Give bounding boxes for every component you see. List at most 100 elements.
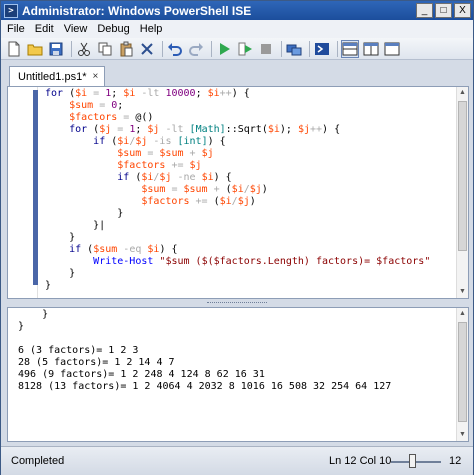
menu-help[interactable]: Help xyxy=(140,23,163,35)
scroll-thumb[interactable] xyxy=(458,101,467,251)
paste-icon[interactable] xyxy=(117,40,135,58)
code-line[interactable]: $sum = $sum + $j xyxy=(45,148,430,160)
new-file-icon[interactable] xyxy=(5,40,23,58)
scroll-up-icon[interactable]: ▲ xyxy=(457,87,468,99)
remote-tab-icon[interactable] xyxy=(285,40,303,58)
output-line: 496 (9 factors)= 1 2 248 4 124 8 62 16 3… xyxy=(18,369,265,380)
scroll-down-icon[interactable]: ▼ xyxy=(457,286,468,298)
code-token: -lt xyxy=(159,124,190,135)
code-token: ( xyxy=(63,88,76,99)
maximize-button[interactable]: □ xyxy=(435,3,452,18)
toolbar-separator xyxy=(337,40,338,57)
code-token: if xyxy=(93,136,106,147)
code-token: Write-Host xyxy=(93,256,154,267)
open-folder-icon[interactable] xyxy=(26,40,44,58)
save-icon[interactable] xyxy=(47,40,65,58)
close-button[interactable]: X xyxy=(454,3,471,18)
code-token: -is xyxy=(147,136,178,147)
menu-debug[interactable]: Debug xyxy=(97,23,129,35)
code-token: $i xyxy=(123,88,136,99)
redo-icon[interactable] xyxy=(187,40,205,58)
code-line[interactable]: } xyxy=(45,208,430,220)
tab-untitled1[interactable]: Untitled1.ps1* × xyxy=(9,66,105,86)
code-line[interactable]: $sum = 0; xyxy=(45,100,430,112)
code-token: ( xyxy=(81,244,94,255)
output-text: }} 6 (3 factors)= 1 2 3 28 (5 factors)= 1 … xyxy=(18,309,391,393)
editor-scrollbar[interactable]: ▲ ▼ xyxy=(456,87,468,298)
code-token: ; xyxy=(111,88,124,99)
zoom-slider-track[interactable] xyxy=(391,461,441,463)
close-icon[interactable]: × xyxy=(93,71,99,82)
code-line[interactable]: $factors += $j xyxy=(45,160,430,172)
code-line[interactable]: } xyxy=(45,232,430,244)
splitter-grip[interactable] xyxy=(207,302,267,304)
scroll-down-icon[interactable]: ▼ xyxy=(457,429,468,441)
code-token: $sum xyxy=(141,184,166,195)
code-line[interactable]: if ($i/$j -is [int]) { xyxy=(45,136,430,148)
code-token: + xyxy=(207,184,226,195)
code-token: = xyxy=(93,100,112,111)
output-line: 28 (5 factors)= 1 2 14 4 7 xyxy=(18,357,175,368)
scroll-up-icon[interactable]: ▲ xyxy=(457,308,468,320)
code-token: $i xyxy=(147,244,160,255)
cursor-position: Ln 12 Col 10 xyxy=(329,455,392,467)
code-line[interactable]: if ($sum -eq $i) { xyxy=(45,244,430,256)
code-line[interactable]: $sum = $sum + ($i/$j) xyxy=(45,184,430,196)
copy-icon[interactable] xyxy=(96,40,114,58)
cut-icon[interactable] xyxy=(75,40,93,58)
code-token: $factors xyxy=(117,160,166,171)
pane-splitter[interactable] xyxy=(7,299,469,307)
undo-icon[interactable] xyxy=(166,40,184,58)
code-token: $j xyxy=(201,148,214,159)
code-token: ) { xyxy=(159,244,178,255)
code-token: $sum xyxy=(93,244,118,255)
code-line[interactable]: $factors += ($i/$j) xyxy=(45,196,430,208)
code-token: ; xyxy=(117,100,124,111)
zoom-level: 12 xyxy=(449,455,462,467)
menu-file[interactable]: File xyxy=(7,23,25,35)
code-line[interactable]: Write-Host "$sum ($($factors.Length) fac… xyxy=(45,256,430,268)
code-token: for xyxy=(45,88,64,99)
code-line[interactable]: for ($j = 1; $j -lt [Math]::Sqrt($i); $j… xyxy=(45,124,430,136)
title-bar[interactable]: > Administrator: Windows PowerShell ISE … xyxy=(1,1,473,20)
code-token: $i xyxy=(201,172,214,183)
script-editor[interactable]: for ($i = 1; $i -lt 10000; $i++) { $sum … xyxy=(7,86,469,299)
output-pane[interactable]: }} 6 (3 factors)= 1 2 3 28 (5 factors)= 1 … xyxy=(7,307,469,442)
menu-view[interactable]: View xyxy=(64,23,88,35)
code-line[interactable]: } xyxy=(45,280,430,292)
menu-edit[interactable]: Edit xyxy=(35,23,54,35)
code-line[interactable]: $factors = @() xyxy=(45,112,430,124)
layout-max-icon[interactable] xyxy=(383,40,401,58)
layout-right-icon[interactable] xyxy=(362,40,380,58)
code-token: ( xyxy=(129,172,142,183)
code-token: -ne xyxy=(171,172,202,183)
code-token: $i xyxy=(231,184,244,195)
scroll-thumb[interactable] xyxy=(458,322,467,422)
code-token: ) { xyxy=(213,172,232,183)
code-token: $sum xyxy=(69,100,94,111)
run-icon[interactable] xyxy=(215,40,233,58)
run-selection-icon[interactable] xyxy=(236,40,254,58)
code-token: for xyxy=(69,124,88,135)
clear-icon[interactable] xyxy=(138,40,156,58)
code-line[interactable]: }| xyxy=(45,220,430,232)
code-token: Sqrt xyxy=(237,124,262,135)
code-line[interactable]: if ($i/$j -ne $i) { xyxy=(45,172,430,184)
code-line[interactable]: } xyxy=(45,268,430,280)
powershell-ise-window: > Administrator: Windows PowerShell ISE … xyxy=(0,0,474,475)
stop-icon[interactable] xyxy=(257,40,275,58)
script-code[interactable]: for ($i = 1; $i -lt 10000; $i++) { $sum … xyxy=(45,88,430,292)
layout-top-icon[interactable] xyxy=(341,39,359,58)
window-title: Administrator: Windows PowerShell ISE xyxy=(22,3,252,18)
minimize-button[interactable]: _ xyxy=(416,3,433,18)
code-token: ); xyxy=(279,124,298,135)
status-bar: Completed Ln 12 Col 10 12 xyxy=(1,446,473,475)
toolbar-separator xyxy=(211,40,212,57)
powershell-icon[interactable] xyxy=(313,40,331,58)
code-token: = xyxy=(141,148,160,159)
code-line[interactable]: for ($i = 1; $i -lt 10000; $i++) { xyxy=(45,88,430,100)
output-scrollbar[interactable]: ▲ ▼ xyxy=(456,308,468,441)
zoom-slider-thumb[interactable] xyxy=(409,454,416,468)
code-token: $i xyxy=(117,136,130,147)
